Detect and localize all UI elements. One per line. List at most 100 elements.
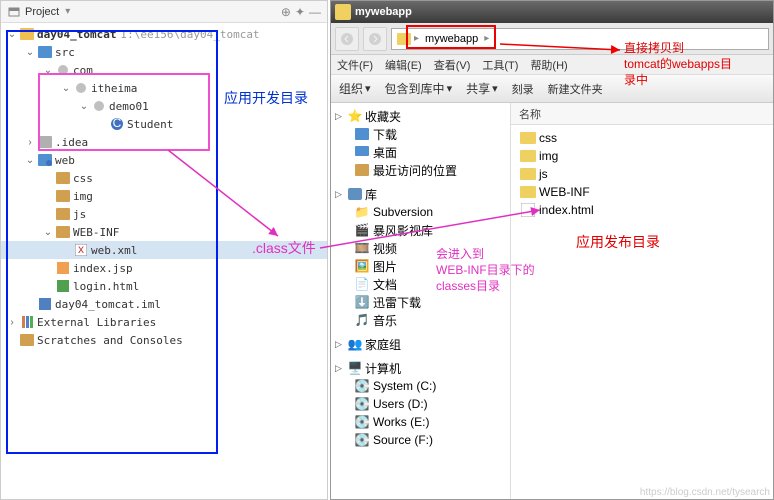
watermark: https://blog.csdn.net/tysearch: [640, 487, 770, 498]
explorer-nav-bar: ▸ mywebapp ▸: [331, 23, 773, 55]
chevron-down-icon[interactable]: ⌄: [41, 65, 55, 76]
organize-button[interactable]: 组织 ▾: [339, 80, 371, 97]
nav-downloads[interactable]: 下载: [335, 125, 506, 143]
explorer-menu-bar: 文件(F) 编辑(E) 查看(V) 工具(T) 帮助(H): [331, 55, 773, 75]
chevron-down-icon[interactable]: ⌄: [23, 47, 37, 58]
webxml-file[interactable]: x web.xml: [1, 241, 327, 259]
chevron-down-icon[interactable]: ⌄: [59, 83, 73, 94]
address-bar[interactable]: ▸ mywebapp ▸: [391, 28, 769, 50]
homegroup-icon: 👥: [347, 337, 363, 351]
back-button[interactable]: [335, 27, 359, 51]
tab-tools: ⊕ ✦ —: [281, 5, 321, 19]
file-row-js[interactable]: js: [515, 165, 769, 183]
webinf-folder[interactable]: ⌄ WEB-INF: [1, 223, 327, 241]
file-pane: 名称 css img js WEB-INF index.html: [511, 103, 773, 499]
src-folder[interactable]: ⌄ src: [1, 43, 327, 61]
video-icon: 🎞️: [353, 241, 371, 255]
nav-recent[interactable]: 最近访问的位置: [335, 161, 506, 179]
chevron-down-icon[interactable]: ⌄: [77, 101, 91, 112]
project-root[interactable]: ⌄ day04_tomcat I:\ee156\day04_tomcat: [1, 25, 327, 43]
hide-icon[interactable]: —: [309, 5, 321, 19]
file-row-img[interactable]: img: [515, 147, 769, 165]
menu-tools[interactable]: 工具(T): [482, 57, 518, 73]
file-list: css img js WEB-INF index.html: [511, 125, 773, 223]
settings-icon[interactable]: ✦: [295, 5, 305, 19]
homegroup-header[interactable]: ▷👥家庭组: [335, 335, 506, 353]
img-folder[interactable]: img: [1, 187, 327, 205]
recent-icon: [353, 163, 371, 177]
com-package[interactable]: ⌄ com: [1, 61, 327, 79]
ide-tab-bar: Project ▾ ⊕ ✦ —: [1, 1, 327, 23]
nav-desktop[interactable]: 桌面: [335, 143, 506, 161]
folder-icon: [519, 185, 537, 199]
folder-icon: [55, 189, 71, 203]
newfolder-button[interactable]: 新建文件夹: [548, 81, 603, 97]
nav-baofeng[interactable]: 🎬暴风影视库: [335, 221, 506, 239]
include-button[interactable]: 包含到库中 ▾: [385, 80, 453, 97]
dropdown-icon[interactable]: ▾: [65, 6, 70, 17]
video-icon: 🎬: [353, 223, 371, 237]
share-button[interactable]: 共享 ▾: [466, 80, 498, 97]
scratches[interactable]: Scratches and Consoles: [1, 331, 327, 349]
download-icon: ⬇️: [353, 295, 371, 309]
nav-subversion[interactable]: 📁Subversion: [335, 203, 506, 221]
computer-header[interactable]: ▷🖥️计算机: [335, 359, 506, 377]
chevron-down-icon[interactable]: ⌄: [41, 227, 55, 238]
folder-icon: [519, 149, 537, 163]
music-icon: 🎵: [353, 313, 371, 327]
desktop-icon: [353, 145, 371, 159]
indexjsp-file[interactable]: index.jsp: [1, 259, 327, 277]
menu-view[interactable]: 查看(V): [434, 57, 471, 73]
chevron-right-icon[interactable]: ›: [5, 317, 19, 328]
ide-project-panel: Project ▾ ⊕ ✦ — ⌄ day04_tomcat I:\ee156\…: [0, 0, 328, 500]
folder-icon: [55, 225, 71, 239]
nav-drive-d[interactable]: 💽Users (D:): [335, 395, 506, 413]
external-libraries[interactable]: › External Libraries: [1, 313, 327, 331]
forward-button[interactable]: [363, 27, 387, 51]
menu-file[interactable]: 文件(F): [337, 57, 373, 73]
drive-icon: 💽: [353, 415, 371, 429]
chevron-down-icon[interactable]: ⌄: [23, 155, 37, 166]
nav-drive-c[interactable]: 💽System (C:): [335, 377, 506, 395]
package-icon: [91, 99, 107, 113]
web-folder[interactable]: ⌄ web: [1, 151, 327, 169]
burn-button[interactable]: 刻录: [512, 81, 534, 97]
menu-edit[interactable]: 编辑(E): [385, 57, 422, 73]
nav-pictures[interactable]: 🖼️图片: [335, 257, 506, 275]
column-name[interactable]: 名称: [519, 106, 541, 122]
menu-help[interactable]: 帮助(H): [530, 57, 567, 73]
file-row-webinf[interactable]: WEB-INF: [515, 183, 769, 201]
demo01-package[interactable]: ⌄ demo01: [1, 97, 327, 115]
windows-explorer: mywebapp ▸ mywebapp ▸ 文件(F) 编辑(E) 查看(V) …: [330, 0, 774, 500]
itheima-package[interactable]: ⌄ itheima: [1, 79, 327, 97]
favorites-header[interactable]: ▷⭐收藏夹: [335, 107, 506, 125]
chevron-right-icon[interactable]: ▸: [484, 33, 489, 44]
scratches-icon: [19, 333, 35, 347]
js-folder[interactable]: js: [1, 205, 327, 223]
package-icon: [73, 81, 89, 95]
project-tree: ⌄ day04_tomcat I:\ee156\day04_tomcat ⌄ s…: [1, 23, 327, 351]
library-icon: [347, 187, 363, 201]
nav-xunlei[interactable]: ⬇️迅雷下载: [335, 293, 506, 311]
chevron-down-icon[interactable]: ⌄: [5, 29, 19, 40]
student-class[interactable]: C Student: [1, 115, 327, 133]
file-row-css[interactable]: css: [515, 129, 769, 147]
loginhtml-file[interactable]: login.html: [1, 277, 327, 295]
chevron-right-icon[interactable]: ›: [23, 137, 37, 148]
collapse-icon[interactable]: ⊕: [281, 5, 291, 19]
nav-videos[interactable]: 🎞️视频: [335, 239, 506, 257]
drive-icon: 💽: [353, 397, 371, 411]
libraries-header[interactable]: ▷库: [335, 185, 506, 203]
breadcrumb-item[interactable]: mywebapp: [419, 33, 484, 45]
file-list-header[interactable]: 名称: [511, 103, 773, 125]
nav-music[interactable]: 🎵音乐: [335, 311, 506, 329]
iml-file[interactable]: day04_tomcat.iml: [1, 295, 327, 313]
css-folder[interactable]: css: [1, 169, 327, 187]
folder-icon: [396, 32, 412, 46]
nav-drive-f[interactable]: 💽Source (F:): [335, 431, 506, 449]
nav-drive-e[interactable]: 💽Works (E:): [335, 413, 506, 431]
folder-icon: [55, 171, 71, 185]
idea-folder[interactable]: › .idea: [1, 133, 327, 151]
nav-documents[interactable]: 📄文档: [335, 275, 506, 293]
file-row-indexhtml[interactable]: index.html: [515, 201, 769, 219]
